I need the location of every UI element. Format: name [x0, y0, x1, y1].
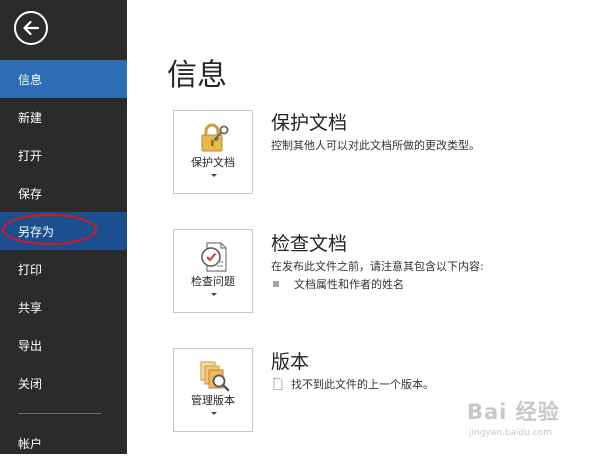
- chevron-down-icon: [211, 174, 217, 177]
- back-arrow-icon: [23, 20, 40, 36]
- list-item-text: 找不到此文件的上一个版本。: [291, 378, 434, 391]
- nav-item-label: 导出: [18, 338, 43, 353]
- nav-item-label: 共享: [18, 300, 43, 315]
- document-icon: [273, 378, 283, 390]
- inspect-document-description: 在发布此文件之前，请注意其包含以下内容:: [271, 260, 484, 273]
- nav-item-label: 关闭: [18, 376, 43, 391]
- manage-versions-button-label: 管理版本: [191, 394, 235, 407]
- nav-item-new[interactable]: 新建: [0, 98, 127, 136]
- nav-item-label: 帐户: [18, 436, 43, 451]
- nav-item-export[interactable]: 导出: [0, 326, 127, 364]
- watermark-brand: Bai 经验: [467, 400, 560, 424]
- nav-item-label: 打开: [18, 148, 43, 163]
- documents-search-icon: [200, 361, 230, 392]
- nav-item-info[interactable]: 信息: [0, 60, 127, 98]
- nav-item-close[interactable]: 关闭: [0, 364, 127, 402]
- nav-item-share[interactable]: 共享: [0, 288, 127, 326]
- back-button[interactable]: [14, 11, 48, 45]
- nav-separator: [18, 413, 101, 414]
- chevron-down-icon: [211, 412, 217, 415]
- nav-item-print[interactable]: 打印: [0, 250, 127, 288]
- nav-item-account[interactable]: 帐户: [0, 424, 127, 462]
- nav-item-label: 另存为: [18, 224, 55, 239]
- list-item: 文档属性和作者的姓名: [273, 276, 404, 292]
- protect-document-description: 控制其他人可以对此文档所做的更改类型。: [271, 139, 480, 152]
- protect-document-button[interactable]: 保护文档: [173, 110, 253, 194]
- nav-item-label: 新建: [18, 110, 43, 125]
- nav-item-label: 保存: [18, 186, 43, 201]
- nav-item-open[interactable]: 打开: [0, 136, 127, 174]
- check-issues-button[interactable]: 检查问题: [173, 229, 253, 313]
- nav-item-save[interactable]: 保存: [0, 174, 127, 212]
- page-title: 信息: [167, 58, 227, 93]
- nav-item-save-as[interactable]: 另存为: [0, 212, 127, 250]
- chevron-down-icon: [211, 293, 217, 296]
- manage-versions-button[interactable]: 管理版本: [173, 348, 253, 432]
- nav-item-label: 信息: [18, 72, 43, 87]
- backstage-sidebar: 信息 新建 打开 保存 另存为 打印 共享 导出 关闭 帐户: [0, 0, 127, 454]
- list-item: 找不到此文件的上一个版本。: [273, 376, 434, 392]
- square-bullet-icon: [273, 281, 279, 287]
- nav-item-label: 打印: [18, 262, 43, 277]
- inspect-document-title: 检查文档: [271, 233, 348, 255]
- versions-title: 版本: [271, 351, 310, 373]
- baidu-watermark: Bai 经验 jingyan.baidu.com: [467, 396, 593, 442]
- protect-document-title: 保护文档: [271, 112, 348, 134]
- watermark-url: jingyan.baidu.com: [469, 428, 553, 438]
- check-issues-button-label: 检查问题: [191, 275, 235, 288]
- lock-key-icon: [201, 123, 229, 152]
- protect-document-button-label: 保护文档: [191, 156, 235, 169]
- checklist-icon: [201, 242, 227, 272]
- list-item-text: 文档属性和作者的姓名: [294, 278, 404, 291]
